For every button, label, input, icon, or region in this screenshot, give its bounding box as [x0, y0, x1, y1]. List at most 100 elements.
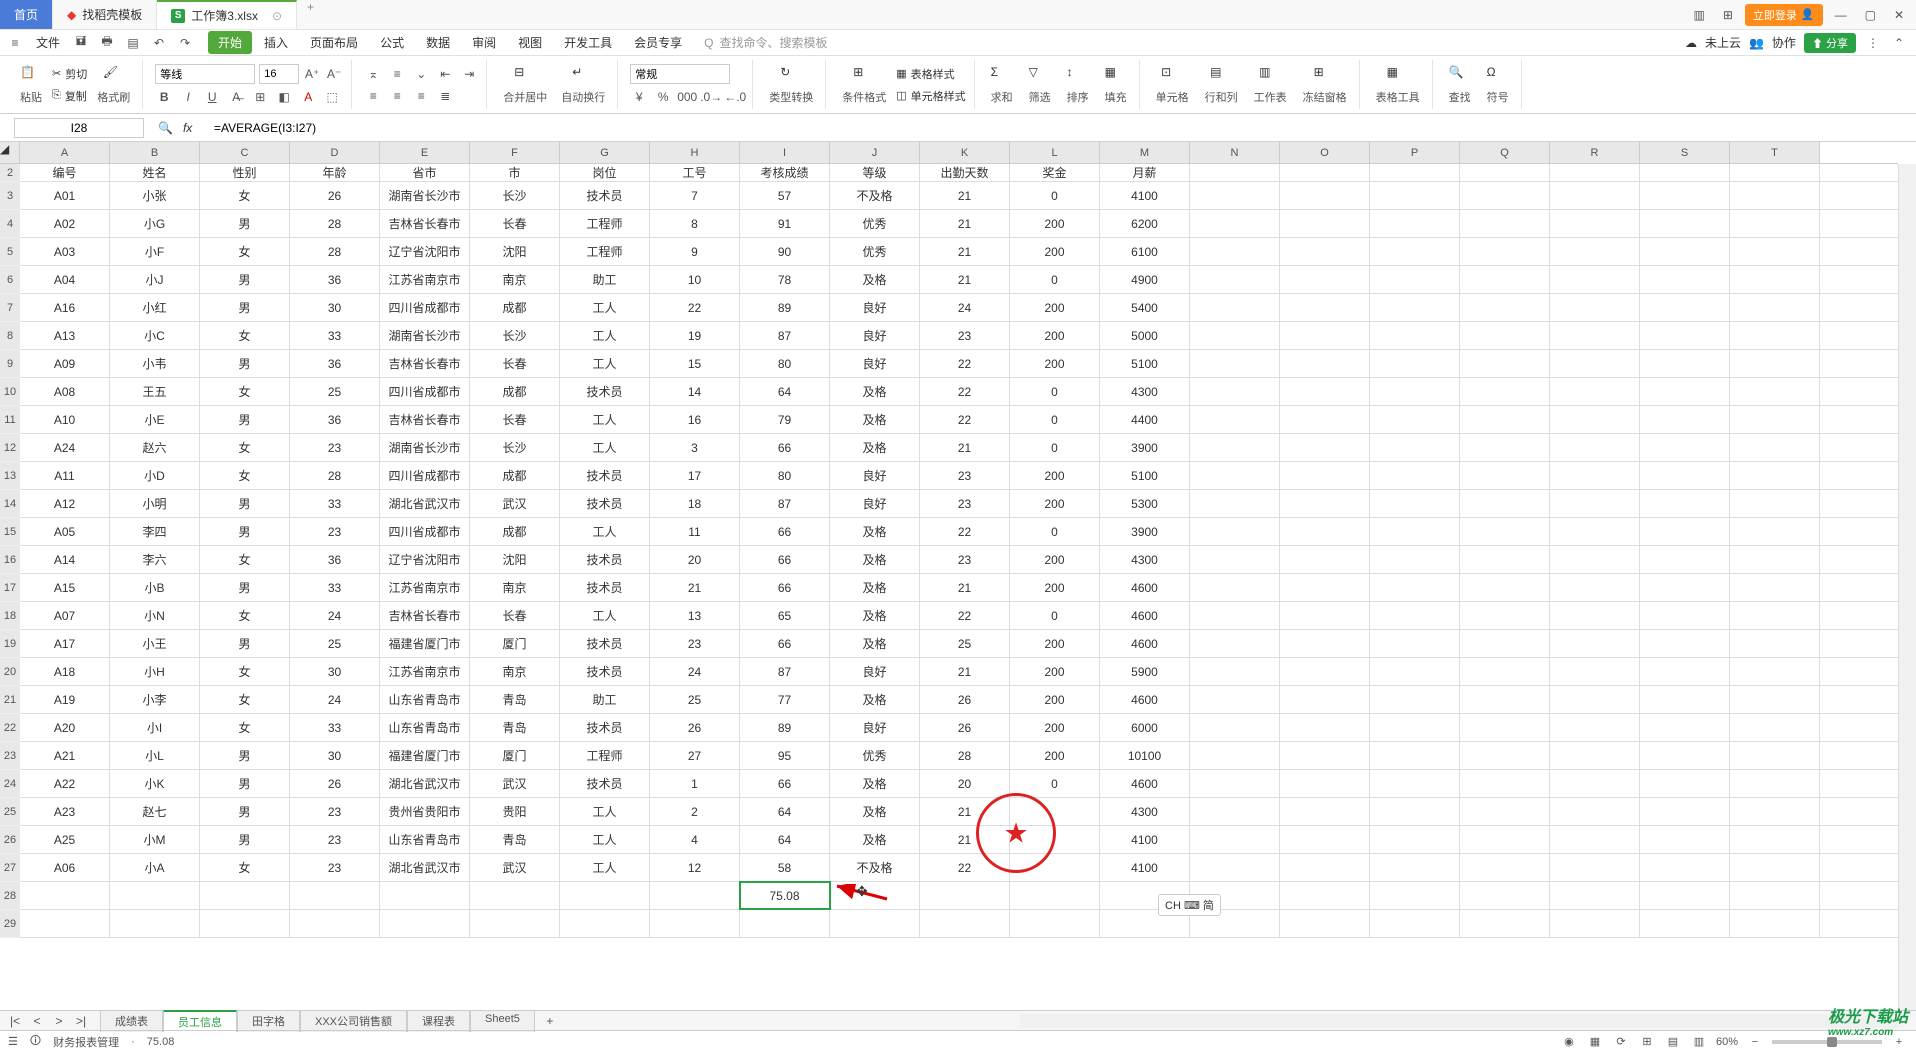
data-cell[interactable]: [1640, 518, 1730, 545]
column-header[interactable]: N: [1190, 142, 1280, 163]
data-cell[interactable]: 36: [290, 546, 380, 573]
header-cell[interactable]: 出勤天数: [920, 164, 1010, 181]
data-cell[interactable]: 22: [920, 350, 1010, 377]
row-header[interactable]: 4: [0, 210, 20, 238]
data-cell[interactable]: 及格: [830, 406, 920, 433]
data-cell[interactable]: 11: [650, 518, 740, 545]
data-cell[interactable]: [1370, 434, 1460, 461]
data-cell[interactable]: [1010, 798, 1100, 825]
header-cell[interactable]: 年龄: [290, 164, 380, 181]
data-cell[interactable]: 20: [650, 546, 740, 573]
data-cell[interactable]: A14: [20, 546, 110, 573]
data-cell[interactable]: [1460, 630, 1550, 657]
data-cell[interactable]: A02: [20, 210, 110, 237]
data-cell[interactable]: 200: [1010, 630, 1100, 657]
undo-icon[interactable]: ↶: [150, 34, 168, 52]
data-cell[interactable]: [1550, 574, 1640, 601]
data-cell[interactable]: [1460, 574, 1550, 601]
menu-dev[interactable]: 开发工具: [554, 31, 622, 54]
data-cell[interactable]: 200: [1010, 490, 1100, 517]
row-header[interactable]: 23: [0, 742, 20, 770]
data-cell[interactable]: 0: [1010, 770, 1100, 797]
data-cell[interactable]: 64: [740, 378, 830, 405]
data-cell[interactable]: 工人: [560, 602, 650, 629]
data-cell[interactable]: 女: [200, 378, 290, 405]
data-cell[interactable]: [1010, 882, 1100, 909]
header-cell[interactable]: [1370, 164, 1460, 181]
data-cell[interactable]: [1280, 490, 1370, 517]
data-cell[interactable]: 21: [920, 210, 1010, 237]
data-cell[interactable]: 28: [290, 238, 380, 265]
search-fx-icon[interactable]: 🔍: [158, 121, 173, 135]
column-header[interactable]: O: [1280, 142, 1370, 163]
header-cell[interactable]: 工号: [650, 164, 740, 181]
data-cell[interactable]: [1550, 630, 1640, 657]
data-cell[interactable]: [1280, 882, 1370, 909]
data-cell[interactable]: 成都: [470, 294, 560, 321]
data-cell[interactable]: [1190, 546, 1280, 573]
data-cell[interactable]: [1730, 770, 1820, 797]
data-cell[interactable]: 0: [1010, 182, 1100, 209]
data-cell[interactable]: 长春: [470, 210, 560, 237]
data-cell[interactable]: 200: [1010, 714, 1100, 741]
data-cell[interactable]: 王五: [110, 378, 200, 405]
sheet-nav-next[interactable]: >: [50, 1012, 68, 1030]
font-color-icon[interactable]: A: [299, 88, 317, 106]
data-cell[interactable]: 57: [740, 182, 830, 209]
symbol-button[interactable]: Ω符号: [1483, 65, 1513, 105]
data-cell[interactable]: [1370, 686, 1460, 713]
data-cell[interactable]: [1460, 546, 1550, 573]
share-button[interactable]: ⬆ 分享: [1804, 33, 1856, 53]
data-cell[interactable]: 21: [920, 238, 1010, 265]
data-cell[interactable]: 江苏省南京市: [380, 574, 470, 601]
data-cell[interactable]: [1370, 350, 1460, 377]
data-cell[interactable]: 成都: [470, 518, 560, 545]
column-header[interactable]: S: [1640, 142, 1730, 163]
data-cell[interactable]: 4600: [1100, 602, 1190, 629]
data-cell[interactable]: [1640, 882, 1730, 909]
data-cell[interactable]: 吉林省长春市: [380, 210, 470, 237]
data-cell[interactable]: A15: [20, 574, 110, 601]
merge-button[interactable]: ⊟合并居中: [499, 65, 551, 105]
align-middle-icon[interactable]: ≡: [388, 65, 406, 83]
data-cell[interactable]: 湖南省长沙市: [380, 322, 470, 349]
formula-input[interactable]: [208, 118, 1916, 138]
data-cell[interactable]: 赵六: [110, 434, 200, 461]
data-cell[interactable]: [1460, 714, 1550, 741]
data-cell[interactable]: 21: [920, 798, 1010, 825]
row-header[interactable]: 10: [0, 378, 20, 406]
data-cell[interactable]: 65: [740, 602, 830, 629]
data-cell[interactable]: [1280, 798, 1370, 825]
data-cell[interactable]: [1730, 630, 1820, 657]
data-cell[interactable]: [1730, 714, 1820, 741]
cloud-icon[interactable]: ☁: [1685, 36, 1697, 50]
data-cell[interactable]: 24: [920, 294, 1010, 321]
column-header[interactable]: M: [1100, 142, 1190, 163]
data-cell[interactable]: 25: [290, 378, 380, 405]
data-cell[interactable]: 5100: [1100, 462, 1190, 489]
data-cell[interactable]: 男: [200, 350, 290, 377]
data-cell[interactable]: [1190, 378, 1280, 405]
menu-formula[interactable]: 公式: [370, 31, 414, 54]
column-header[interactable]: J: [830, 142, 920, 163]
sum-button[interactable]: Σ求和: [987, 65, 1017, 105]
column-header[interactable]: K: [920, 142, 1010, 163]
data-cell[interactable]: 4300: [1100, 798, 1190, 825]
data-cell[interactable]: [1550, 210, 1640, 237]
data-cell[interactable]: 青岛: [470, 686, 560, 713]
data-cell[interactable]: [1280, 294, 1370, 321]
column-header[interactable]: R: [1550, 142, 1640, 163]
data-cell[interactable]: [1190, 742, 1280, 769]
minimize-button[interactable]: —: [1829, 4, 1853, 26]
data-cell[interactable]: 21: [920, 182, 1010, 209]
data-cell[interactable]: 及格: [830, 378, 920, 405]
data-cell[interactable]: 27: [650, 742, 740, 769]
data-cell[interactable]: [1010, 854, 1100, 881]
data-cell[interactable]: 女: [200, 322, 290, 349]
data-cell[interactable]: 及格: [830, 798, 920, 825]
data-cell[interactable]: [1370, 574, 1460, 601]
data-cell[interactable]: 23: [290, 826, 380, 853]
data-cell[interactable]: 33: [290, 490, 380, 517]
data-cell[interactable]: A04: [20, 266, 110, 293]
data-cell[interactable]: 技术员: [560, 490, 650, 517]
